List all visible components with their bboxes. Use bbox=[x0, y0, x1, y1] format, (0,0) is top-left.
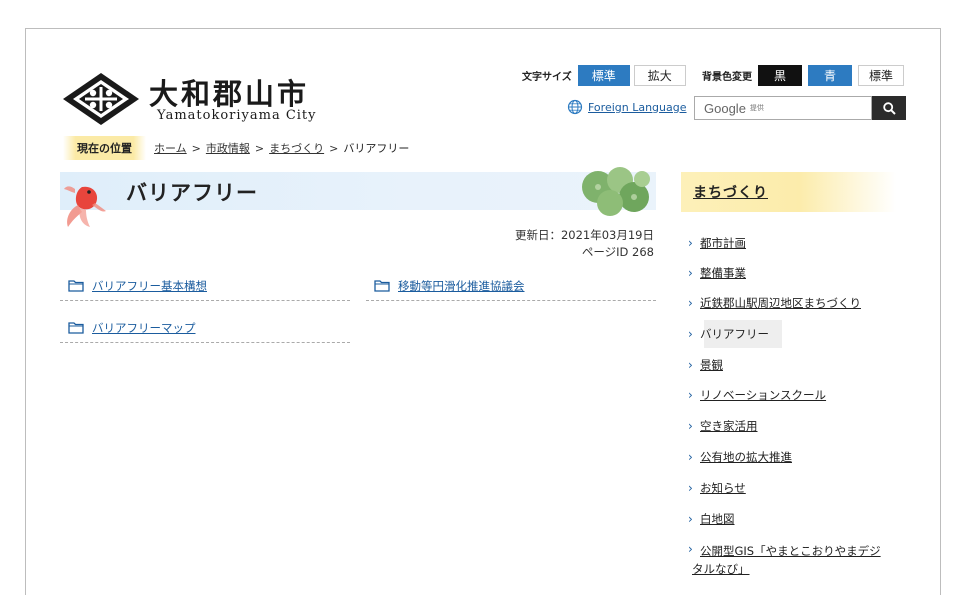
page-frame: 大和郡山市 Yamatokoriyama City 文字サイズ 標準 拡大 背景… bbox=[25, 28, 941, 595]
sidebar-item-label[interactable]: バリアフリー bbox=[700, 327, 769, 342]
bg-blue-button[interactable]: 青 bbox=[808, 64, 852, 86]
chevron-right-icon: › bbox=[688, 450, 693, 464]
search-icon bbox=[882, 101, 896, 115]
sidebar-item-news[interactable]: › お知らせ bbox=[688, 481, 746, 496]
font-size-large-button[interactable]: 拡大 bbox=[633, 64, 686, 86]
sidebar-item-label[interactable]: 公有地の拡大推進 bbox=[700, 450, 792, 465]
breadcrumb-separator: > bbox=[329, 141, 339, 155]
sidebar-item-keikan[interactable]: › 景観 bbox=[688, 358, 723, 373]
chevron-right-icon: › bbox=[688, 512, 693, 526]
city-emblem-icon bbox=[63, 73, 139, 125]
breadcrumb-link-home[interactable]: ホーム bbox=[154, 140, 187, 156]
city-name-jp: 大和郡山市 bbox=[149, 77, 310, 111]
sidebar-item-label[interactable]: リノベーションスクール bbox=[700, 388, 826, 403]
lotus-leaves-icon bbox=[582, 167, 650, 216]
chevron-right-icon: › bbox=[688, 266, 693, 280]
search-provided-text: 提供 bbox=[749, 104, 764, 112]
breadcrumb-link-machizukuri[interactable]: まちづくり bbox=[269, 140, 324, 156]
content-link-item[interactable]: 移動等円滑化推進協議会 bbox=[366, 271, 656, 301]
sidebar-heading-link[interactable]: まちづくり bbox=[693, 182, 768, 202]
city-name-en: Yamatokoriyama City bbox=[157, 108, 317, 123]
chevron-right-icon: › bbox=[688, 296, 693, 310]
site-search: Google 提供 bbox=[694, 96, 906, 120]
updated-date: 更新日：2021年03月19日 bbox=[514, 228, 654, 242]
bg-color-tools: 背景色変更 黒 青 標準 bbox=[702, 64, 904, 86]
sidebar-item-renovation-school[interactable]: › リノベーションスクール bbox=[688, 388, 826, 403]
font-size-tools: 文字サイズ 標準 拡大 bbox=[522, 64, 686, 86]
content-link-item[interactable]: バリアフリー基本構想 bbox=[60, 271, 350, 301]
search-input[interactable]: Google 提供 bbox=[694, 96, 872, 120]
folder-icon bbox=[374, 280, 390, 292]
page-title: バリアフリー bbox=[126, 181, 258, 205]
page-meta: 更新日：2021年03月19日 ページID 268 bbox=[515, 227, 654, 261]
sidebar-item-toshi-keikaku[interactable]: › 都市計画 bbox=[688, 236, 746, 251]
bg-black-button[interactable]: 黒 bbox=[758, 64, 802, 86]
breadcrumb: 現在の位置 ホーム > 市政情報 > まちづくり > バリアフリー bbox=[63, 136, 410, 160]
google-brand-text: Google bbox=[704, 100, 746, 116]
link-barrier-free-map[interactable]: バリアフリーマップ bbox=[92, 320, 196, 336]
sidebar-item-gis[interactable]: › 公開型GIS「やまとこおりやまデジ タルなび」 bbox=[688, 542, 881, 578]
globe-icon bbox=[567, 99, 583, 115]
sidebar-item-label-cont[interactable]: タルなび」 bbox=[692, 560, 881, 578]
sidebar-item-label[interactable]: 都市計画 bbox=[700, 236, 746, 251]
chevron-right-icon: › bbox=[688, 419, 693, 433]
font-size-label: 文字サイズ bbox=[522, 71, 572, 83]
page-id: ページID 268 bbox=[581, 245, 654, 259]
chevron-right-icon: › bbox=[688, 388, 693, 402]
sidebar-item-kintetsu-station[interactable]: › 近鉄郡山駅周辺地区まちづくり bbox=[688, 296, 861, 311]
goldfish-icon bbox=[64, 186, 106, 227]
chevron-right-icon: › bbox=[688, 542, 693, 556]
sidebar-item-label[interactable]: 景観 bbox=[700, 358, 723, 373]
font-size-standard-button[interactable]: 標準 bbox=[577, 64, 630, 86]
sidebar-item-public-land[interactable]: › 公有地の拡大推進 bbox=[688, 450, 792, 465]
breadcrumb-link-shisei[interactable]: 市政情報 bbox=[206, 140, 250, 156]
content-link-item[interactable]: バリアフリーマップ bbox=[60, 313, 350, 343]
city-logo[interactable]: 大和郡山市 Yamatokoriyama City bbox=[61, 71, 316, 131]
link-mobility-council[interactable]: 移動等円滑化推進協議会 bbox=[398, 278, 525, 294]
breadcrumb-label: 現在の位置 bbox=[63, 136, 146, 160]
sidebar-item-akiya[interactable]: › 空き家活用 bbox=[688, 419, 758, 434]
sidebar-item-blank-map[interactable]: › 白地図 bbox=[688, 512, 735, 527]
sidebar-item-gis-text: 公開型GIS「やまとこおりやまデジ タルなび」 bbox=[692, 542, 881, 578]
folder-icon bbox=[68, 322, 84, 334]
chevron-right-icon: › bbox=[688, 236, 693, 250]
bg-standard-button[interactable]: 標準 bbox=[858, 64, 904, 86]
sidebar-item-label[interactable]: 白地図 bbox=[700, 512, 735, 527]
chevron-right-icon: › bbox=[688, 358, 693, 372]
folder-icon bbox=[68, 280, 84, 292]
foreign-language-link[interactable]: Foreign Language bbox=[567, 99, 687, 115]
page-title-banner: バリアフリー bbox=[60, 172, 656, 210]
sidebar-item-label[interactable]: 空き家活用 bbox=[700, 419, 758, 434]
sidebar-item-seibi-jigyo[interactable]: › 整備事業 bbox=[688, 266, 746, 281]
sidebar-item-label[interactable]: お知らせ bbox=[700, 481, 746, 496]
sidebar-item-label[interactable]: 公開型GIS「やまとこおりやまデジ bbox=[700, 542, 881, 560]
link-barrier-free-plan[interactable]: バリアフリー基本構想 bbox=[92, 278, 207, 294]
search-button[interactable] bbox=[872, 96, 906, 120]
breadcrumb-current: バリアフリー bbox=[343, 142, 410, 155]
sidebar-item-label[interactable]: 整備事業 bbox=[700, 266, 746, 281]
sidebar-heading: まちづくり bbox=[681, 172, 896, 212]
breadcrumb-separator: > bbox=[254, 141, 265, 155]
breadcrumb-separator: > bbox=[191, 141, 201, 155]
chevron-right-icon: › bbox=[688, 481, 693, 495]
bg-color-label: 背景色変更 bbox=[702, 71, 752, 83]
chevron-right-icon: › bbox=[688, 327, 693, 341]
sidebar-item-label[interactable]: 近鉄郡山駅周辺地区まちづくり bbox=[700, 296, 861, 311]
foreign-language-text[interactable]: Foreign Language bbox=[588, 101, 687, 114]
sidebar-item-barrier-free[interactable]: › バリアフリー bbox=[688, 327, 769, 342]
